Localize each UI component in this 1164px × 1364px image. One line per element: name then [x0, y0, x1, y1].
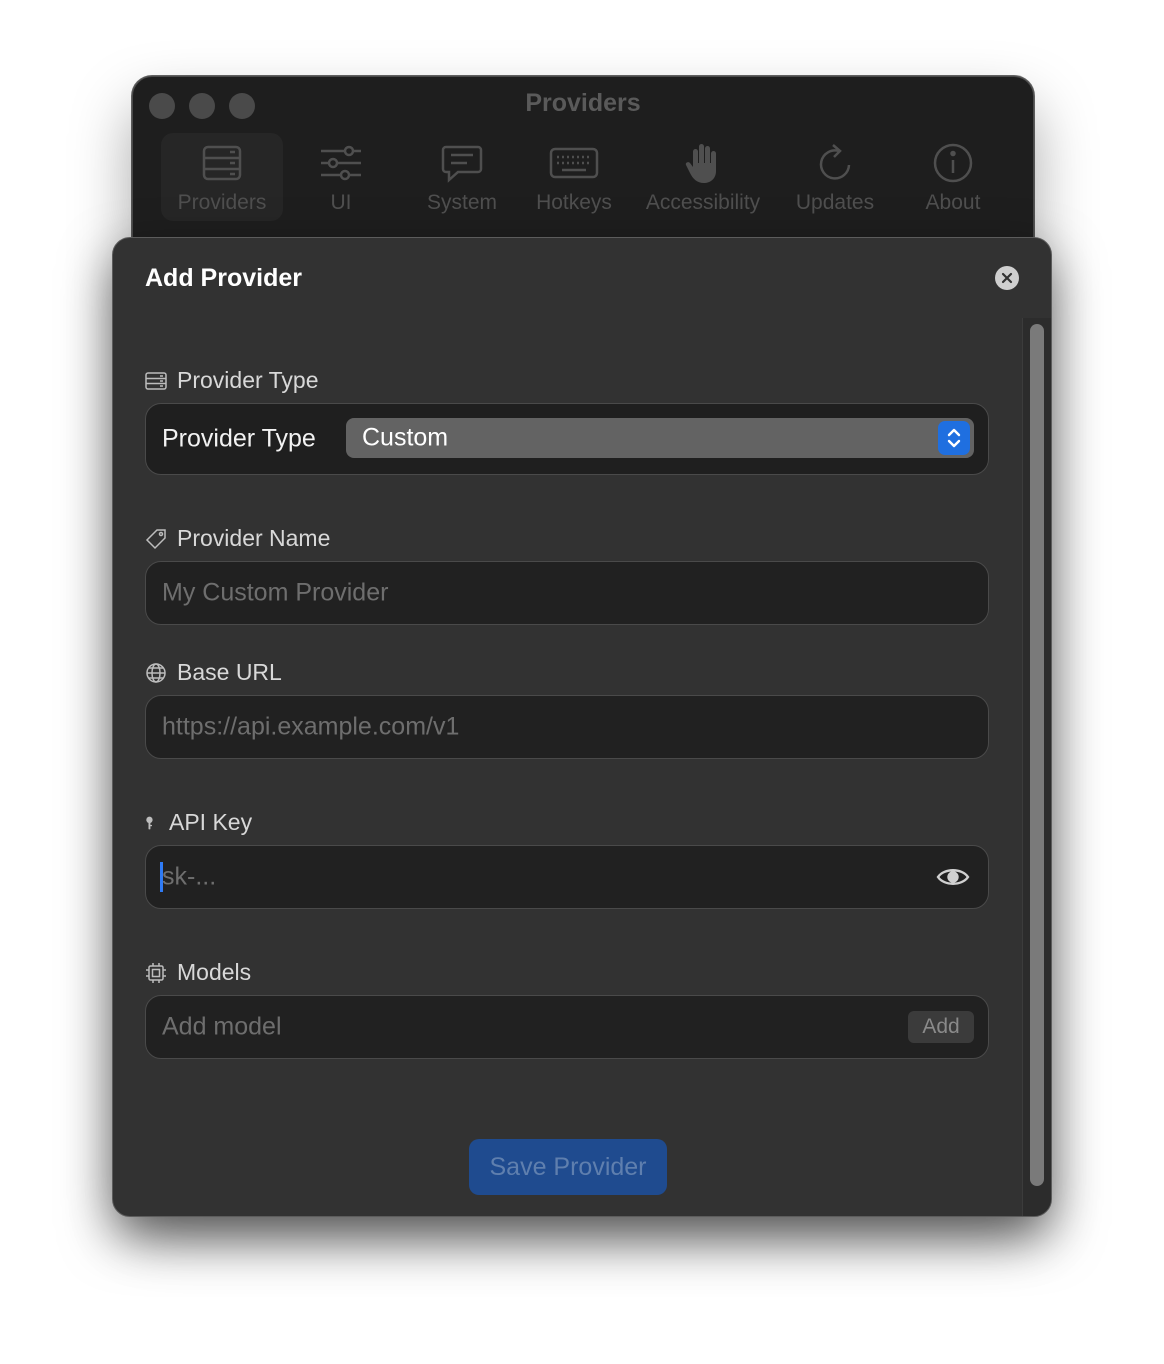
close-sheet-button[interactable]	[995, 266, 1019, 290]
section-label-text: Base URL	[177, 659, 282, 685]
server-icon	[202, 145, 242, 181]
api-key-section-label: API Key	[145, 809, 252, 836]
tab-updates[interactable]: Updates	[783, 133, 887, 221]
tab-providers[interactable]: Providers	[161, 133, 283, 221]
scrollbar[interactable]	[1022, 318, 1051, 1216]
provider-type-row-label: Provider Type	[162, 424, 316, 453]
provider-name-section-label: Provider Name	[145, 525, 330, 552]
section-label-text: Provider Name	[177, 525, 331, 551]
base-url-input[interactable]: https://api.example.com/v1	[145, 695, 989, 759]
chevron-up-down-icon	[947, 428, 961, 448]
server-icon	[145, 371, 167, 390]
add-model-placeholder: Add model	[162, 1012, 282, 1041]
api-key-input[interactable]: sk-...	[145, 845, 989, 909]
eye-icon[interactable]	[936, 865, 970, 889]
scrollbar-thumb[interactable]	[1030, 324, 1044, 1186]
tab-label: About	[925, 191, 981, 214]
sheet-title: Add Provider	[145, 264, 302, 292]
provider-type-row: Provider Type Custom	[145, 403, 989, 475]
save-provider-button[interactable]: Save Provider	[469, 1139, 667, 1195]
select-stepper[interactable]	[938, 421, 970, 455]
hand-icon	[685, 144, 716, 183]
sliders-icon	[321, 145, 361, 181]
provider-name-placeholder: My Custom Provider	[162, 578, 389, 607]
tab-accessibility[interactable]: Accessibility	[633, 133, 773, 221]
base-url-placeholder: https://api.example.com/v1	[162, 712, 460, 741]
preferences-toolbar: Providers UI System Hotkeys Accessibilit…	[161, 133, 1005, 225]
chip-icon	[146, 962, 166, 983]
tab-label: Providers	[177, 191, 267, 214]
tab-system[interactable]: System	[407, 133, 517, 221]
refresh-icon	[819, 144, 851, 180]
provider-type-section-label: Provider Type	[145, 367, 318, 394]
provider-name-input[interactable]: My Custom Provider	[145, 561, 989, 625]
section-label-text: Models	[177, 959, 252, 985]
tab-label: Hotkeys	[536, 191, 612, 214]
section-label-text: Provider Type	[177, 367, 319, 393]
tag-icon	[145, 528, 166, 549]
info-icon	[933, 143, 973, 183]
close-icon	[1001, 272, 1013, 284]
provider-type-select[interactable]: Custom	[346, 418, 974, 458]
globe-icon	[146, 662, 166, 683]
key-icon	[146, 816, 153, 829]
add-model-input[interactable]: Add model Add	[145, 995, 989, 1059]
window-title: Providers	[525, 89, 641, 117]
chat-bubble-icon	[441, 145, 483, 183]
api-key-placeholder: sk-...	[162, 862, 217, 891]
provider-type-value: Custom	[362, 423, 449, 452]
base-url-section-label: Base URL	[145, 659, 282, 686]
tab-label: UI	[330, 191, 352, 214]
keyboard-icon	[549, 147, 599, 179]
tab-hotkeys[interactable]: Hotkeys	[519, 133, 629, 221]
tab-ui[interactable]: UI	[301, 133, 381, 221]
tab-about[interactable]: About	[905, 133, 1001, 221]
models-section-label: Models	[145, 959, 251, 986]
tab-label: Accessibility	[645, 191, 761, 214]
section-label-text: API Key	[169, 809, 253, 835]
add-provider-sheet: Add Provider Provider Type Provider Type…	[112, 237, 1052, 1217]
add-model-button[interactable]: Add	[908, 1011, 974, 1043]
tab-label: Updates	[795, 191, 875, 214]
tab-label: System	[426, 191, 497, 214]
